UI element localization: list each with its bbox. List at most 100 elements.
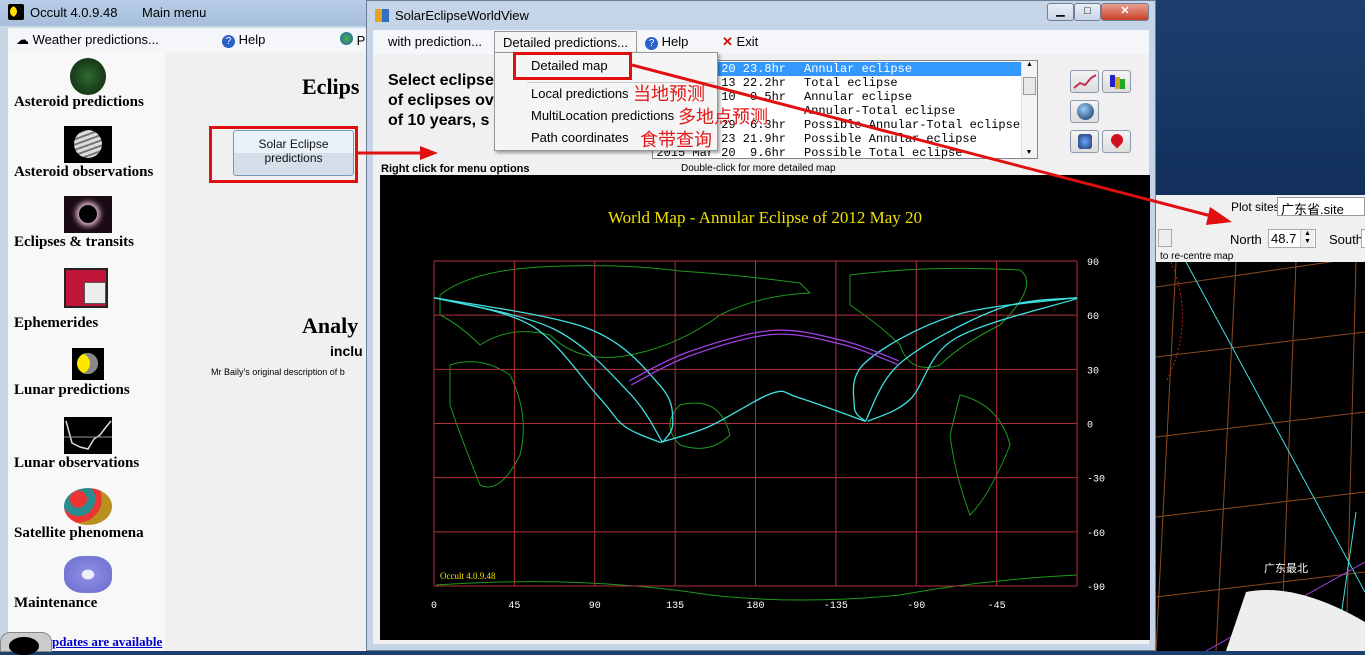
menu-item-local-predictions[interactable]: Local predictions: [531, 86, 629, 101]
title-bar: SolarEclipseWorldView ▁ □ ✕: [367, 1, 1155, 29]
map-background: [380, 175, 1150, 640]
detailed-map-window: Plot sites 广东省.site North ▲▼ South to re…: [1156, 195, 1365, 651]
menu-item-path-coordinates[interactable]: Path coordinates: [531, 130, 629, 145]
analysis-heading: Analy: [302, 313, 359, 338]
menu-item-multilocation-predictions[interactable]: MultiLocation predictions: [531, 108, 674, 123]
y-tick-label: 0: [1087, 421, 1093, 432]
eclipse-type: Annular eclipse: [804, 62, 913, 76]
avatar: [0, 632, 52, 655]
eclipse-type: Annular eclipse: [804, 90, 913, 104]
left-panel: Asteroid predictions Asteroid observatio…: [0, 52, 165, 655]
x-tick-label: -90: [907, 601, 925, 612]
menu-p[interactable]: P: [340, 32, 365, 48]
menu-detailed-predictions[interactable]: Detailed predictions...: [494, 31, 637, 53]
world-map-chart[interactable]: 0 45 90 135 180 -135 -90 -45 90 60 30 0 -30 -60 -90 Wor…: [380, 175, 1150, 640]
window-subtitle: Main menu: [142, 5, 207, 20]
eclipse-type: Total eclipse: [804, 76, 898, 90]
north-label: North: [1230, 232, 1262, 247]
multi-color-icon[interactable]: [1102, 70, 1131, 93]
list-scrollbar[interactable]: ▲ ▼: [1021, 61, 1037, 158]
chart-icon[interactable]: [1070, 70, 1099, 93]
eclipse-type: Possible Total eclipse: [804, 146, 963, 159]
x-tick-label: 0: [431, 601, 437, 612]
south-label: South: [1329, 232, 1363, 247]
eclipse-type: Possible Annular-Total eclipse: [804, 118, 1021, 132]
text-line: Select eclipse: [388, 72, 494, 89]
maximize-button[interactable]: □: [1074, 3, 1101, 21]
menu-exit[interactable]: ✕ Exit: [722, 34, 758, 50]
x-tick-label: -45: [988, 601, 1006, 612]
y-tick-label: -30: [1087, 475, 1105, 486]
title-bar: Occult 4.0.9.48 Main menu: [0, 0, 366, 26]
eclipse-type: Annular-Total eclipse: [804, 104, 956, 118]
minimize-button[interactable]: ▁: [1047, 3, 1074, 21]
eclipses-transits[interactable]: Eclipses & transits: [14, 234, 164, 251]
menu-help[interactable]: ? Help: [645, 34, 688, 50]
lunar-graph-icon[interactable]: [64, 417, 112, 454]
analysis-subheading: inclu: [330, 343, 363, 359]
map-watermark: Occult 4.0.9.48: [440, 571, 496, 581]
eclipse-type: Possible Annular eclipse: [804, 132, 977, 146]
eclipse-icon[interactable]: [64, 196, 112, 233]
asteroid-predictions[interactable]: Asteroid predictions: [14, 94, 164, 111]
satellite-icon[interactable]: [64, 488, 112, 525]
app-icon: [375, 9, 389, 22]
globe-icon: [340, 32, 353, 45]
y-tick-label: 30: [1087, 366, 1099, 377]
menu-weather[interactable]: ☁ Weather predictions...: [16, 32, 159, 48]
x-icon: ✕: [722, 34, 733, 49]
google-earth-icon[interactable]: [1070, 100, 1099, 123]
south-input[interactable]: [1361, 229, 1365, 248]
asteroid-observations[interactable]: Asteroid observations: [14, 164, 164, 181]
close-button[interactable]: ✕: [1101, 3, 1149, 21]
eclipse-menu-bar: [373, 30, 1149, 54]
highlight-box: [209, 126, 358, 183]
cloud-icon: ☁: [16, 32, 29, 47]
main-menu-bar: ☁ Weather predictions... ? Help P: [8, 28, 366, 52]
lunar-icon[interactable]: [72, 348, 104, 380]
y-tick-label: 90: [1087, 258, 1099, 269]
help-icon: ?: [222, 35, 235, 48]
annotation-path: 食带查询: [640, 130, 712, 150]
y-tick-label: -60: [1087, 529, 1105, 540]
x-tick-label: 135: [666, 601, 684, 612]
help-icon: ?: [645, 37, 658, 50]
eclipses-heading: Eclips: [302, 74, 360, 99]
menu-with-prediction[interactable]: with prediction...: [388, 34, 482, 49]
right-click-hint: Right click for menu options: [381, 163, 530, 175]
maintenance[interactable]: Maintenance: [14, 595, 164, 612]
window-title: SolarEclipseWorldView: [395, 8, 529, 23]
ephemerides-icon[interactable]: [64, 268, 108, 308]
x-tick-label: -135: [824, 601, 848, 612]
asteroid-icon[interactable]: [70, 58, 106, 95]
ephemerides[interactable]: Ephemerides: [14, 315, 164, 332]
gear-icon[interactable]: [64, 556, 112, 593]
y-tick-label: -90: [1087, 583, 1105, 594]
text-line: of 10 years, s: [388, 112, 490, 129]
highlight-box: [513, 52, 632, 80]
north-spinner[interactable]: ▲ ▼: [1300, 230, 1314, 247]
menu-label: Exit: [736, 34, 759, 49]
satellite-phenomena[interactable]: Satellite phenomena: [14, 525, 164, 542]
lunar-observations[interactable]: Lunar observations: [14, 455, 164, 472]
plot-sites-select[interactable]: 广东省.site: [1277, 197, 1365, 217]
menu-label: Detailed predictions...: [503, 35, 629, 50]
spinner[interactable]: [1158, 229, 1172, 247]
analysis-description: Mr Baily's original description of b: [211, 367, 345, 377]
x-tick-label: 90: [589, 601, 601, 612]
detailed-map[interactable]: 广东最北: [1156, 262, 1365, 651]
menu-help[interactable]: ? Help: [222, 32, 265, 48]
map-pin-icon[interactable]: [1102, 130, 1131, 153]
plot-sites-label: Plot sites: [1231, 200, 1280, 214]
y-tick-label: 60: [1087, 312, 1099, 323]
asteroid-observation-icon[interactable]: [64, 126, 112, 163]
double-click-hint: Double-click for more detailed map: [681, 163, 836, 174]
google-earth-file-icon[interactable]: [1070, 130, 1099, 153]
select-eclipse-text: Select eclipse of eclipses ov of 10 year…: [388, 71, 494, 131]
x-tick-label: 45: [508, 601, 520, 612]
lunar-predictions[interactable]: Lunar predictions: [14, 382, 164, 399]
menu-label: Help: [661, 34, 689, 49]
x-tick-label: 180: [746, 601, 764, 612]
recentre-hint: to re-centre map: [1160, 251, 1234, 262]
updates-link[interactable]: pdates are available: [52, 634, 162, 650]
